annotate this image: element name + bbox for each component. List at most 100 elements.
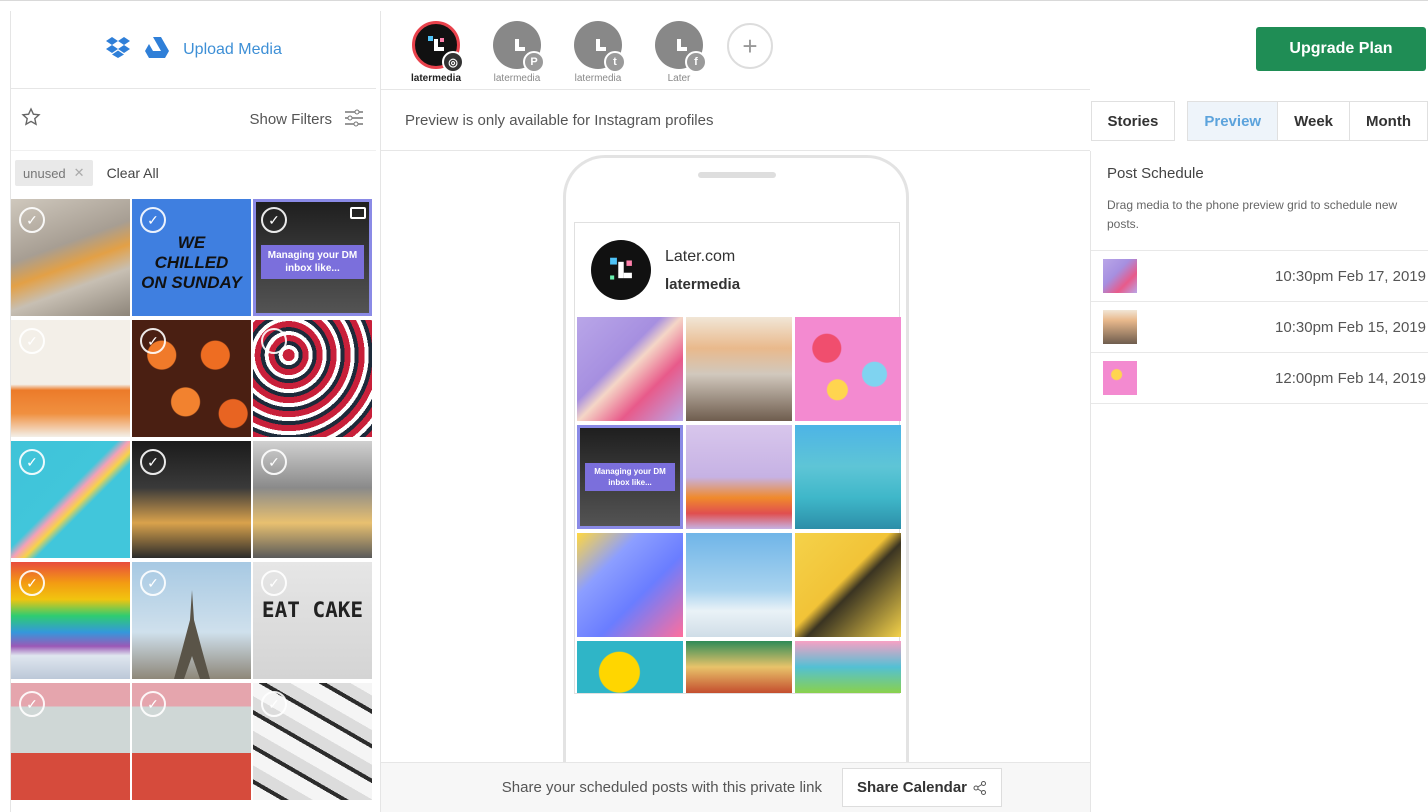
check-circle-icon[interactable]: ✓	[261, 328, 287, 354]
phone-frame: Later.com latermedia Managing your DM in…	[563, 155, 909, 795]
media-item[interactable]: ✓	[11, 683, 130, 800]
media-caption: EAT CAKE	[261, 598, 364, 622]
check-circle-icon[interactable]: ✓	[140, 691, 166, 717]
grid-post[interactable]	[577, 317, 683, 421]
filter-tag-unused[interactable]: unused ✕	[15, 160, 93, 186]
preview-panel: ◎ latermedia P latermedia t latermedia f…	[380, 11, 1090, 812]
media-item[interactable]: ✓	[132, 562, 251, 679]
app-window: Upload Media Show Filters unused ✕ Clear…	[0, 0, 1428, 812]
post-time: 10:30pm Feb 15, 2019	[1275, 318, 1426, 336]
share-calendar-button[interactable]: Share Calendar	[841, 768, 1002, 807]
grid-post[interactable]	[795, 533, 901, 637]
show-filters-label: Show Filters	[249, 111, 332, 128]
media-item[interactable]: ✓	[253, 683, 372, 800]
tab-week[interactable]: Week	[1278, 101, 1351, 141]
facebook-icon: f	[685, 51, 707, 73]
profile-twitter[interactable]: t latermedia	[565, 21, 631, 84]
media-item[interactable]: ✓	[253, 320, 372, 437]
media-grid: ✓ ✓ WE CHILLED ON SUNDAY ✓ Managing your D…	[11, 199, 373, 800]
media-caption: WE CHILLED ON SUNDAY	[141, 233, 242, 292]
scheduled-post-list: 10:30pm Feb 17, 2019 10:30pm Feb 15, 201…	[1091, 250, 1428, 404]
check-circle-icon[interactable]: ✓	[19, 570, 45, 596]
share-icon	[973, 780, 986, 795]
grid-post[interactable]	[686, 425, 792, 529]
upgrade-plan-button[interactable]: Upgrade Plan	[1256, 27, 1426, 71]
media-item[interactable]: ✓	[132, 320, 251, 437]
check-circle-icon[interactable]: ✓	[261, 449, 287, 475]
check-circle-icon[interactable]: ✓	[140, 449, 166, 475]
media-item[interactable]: ✓	[11, 199, 130, 316]
instagram-names: Later.com latermedia	[665, 248, 740, 293]
grid-post[interactable]	[795, 425, 901, 529]
schedule-panel: Upgrade Plan Stories Preview Week Month …	[1090, 11, 1428, 812]
clear-all-button[interactable]: Clear All	[107, 165, 159, 181]
eiffel-tower-icon	[174, 590, 210, 679]
media-library-panel: Upload Media Show Filters unused ✕ Clear…	[10, 11, 376, 812]
share-description: Share your scheduled posts with this pri…	[501, 779, 822, 796]
share-calendar-label: Share Calendar	[856, 779, 967, 796]
star-icon[interactable]	[21, 107, 41, 132]
media-item[interactable]: ✓	[132, 441, 251, 558]
google-drive-icon[interactable]	[145, 36, 170, 63]
grid-post[interactable]	[795, 317, 901, 421]
profile-label: latermedia	[574, 73, 622, 84]
twitter-icon: t	[604, 51, 626, 73]
post-schedule-description: Drag media to the phone preview grid to …	[1107, 198, 1398, 231]
tab-stories[interactable]: Stories	[1090, 101, 1176, 141]
dropbox-icon[interactable]	[105, 36, 131, 63]
close-icon[interactable]: ✕	[74, 165, 85, 181]
scheduled-post[interactable]: 10:30pm Feb 15, 2019	[1091, 302, 1428, 353]
check-circle-icon[interactable]: ✓	[140, 328, 166, 354]
profile-instagram[interactable]: ◎ latermedia	[403, 21, 469, 84]
check-circle-icon[interactable]: ✓	[19, 449, 45, 475]
post-time: 10:30pm Feb 17, 2019	[1275, 267, 1426, 285]
media-item[interactable]: ✓ WE CHILLED ON SUNDAY	[132, 199, 251, 316]
scheduled-post[interactable]: 10:30pm Feb 17, 2019	[1091, 251, 1428, 302]
share-bar: Share your scheduled posts with this pri…	[381, 762, 1090, 812]
upload-bar: Upload Media	[11, 11, 376, 89]
grid-post[interactable]	[686, 533, 792, 637]
add-profile-button[interactable]: +	[727, 23, 773, 69]
media-item[interactable]: ✓	[253, 441, 372, 558]
check-circle-icon[interactable]: ✓	[140, 570, 166, 596]
media-item[interactable]: ✓	[11, 441, 130, 558]
check-circle-icon[interactable]: ✓	[19, 207, 45, 233]
upload-media-link[interactable]: Upload Media	[183, 41, 282, 59]
tab-month[interactable]: Month	[1350, 101, 1428, 141]
media-item[interactable]: ✓ EAT CAKE	[253, 562, 372, 679]
show-filters-button[interactable]: Show Filters	[249, 109, 364, 131]
check-circle-icon[interactable]: ✓	[261, 207, 287, 233]
media-item[interactable]: ✓ Managing your DM inbox like...	[253, 199, 372, 316]
grid-post[interactable]: Managing your DM inbox like...	[577, 425, 683, 529]
later-logo-icon	[677, 39, 687, 51]
post-thumbnail	[1103, 310, 1137, 344]
check-circle-icon[interactable]: ✓	[19, 691, 45, 717]
avatar	[591, 240, 651, 300]
media-item[interactable]: ✓	[132, 683, 251, 800]
media-item[interactable]: ✓	[11, 320, 130, 437]
profile-avatar-wrap: f	[655, 21, 707, 73]
grid-post[interactable]	[795, 641, 901, 693]
media-caption: Managing your DM inbox like...	[261, 245, 364, 279]
profile-avatar-wrap: t	[574, 21, 626, 73]
grid-post[interactable]	[686, 641, 792, 693]
grid-post[interactable]	[577, 641, 683, 693]
grid-post[interactable]	[686, 317, 792, 421]
scheduled-post[interactable]: 12:00pm Feb 14, 2019	[1091, 353, 1428, 404]
later-logo-icon	[610, 257, 632, 280]
sliders-icon	[344, 109, 364, 131]
profile-avatar-wrap: ◎	[412, 21, 464, 73]
instagram-profile-header: Later.com latermedia	[575, 223, 899, 317]
media-item[interactable]: ✓	[11, 562, 130, 679]
profile-pinterest[interactable]: P latermedia	[484, 21, 550, 84]
profile-label: latermedia	[410, 73, 462, 84]
grid-post[interactable]	[577, 533, 683, 637]
check-circle-icon[interactable]: ✓	[261, 570, 287, 596]
profile-facebook[interactable]: f Later	[646, 21, 712, 84]
check-circle-icon[interactable]: ✓	[19, 328, 45, 354]
check-circle-icon[interactable]: ✓	[140, 207, 166, 233]
filters-row: Show Filters	[11, 89, 376, 151]
check-circle-icon[interactable]: ✓	[261, 691, 287, 717]
filter-tag-label: unused	[23, 165, 66, 181]
tab-preview[interactable]: Preview	[1187, 101, 1279, 141]
